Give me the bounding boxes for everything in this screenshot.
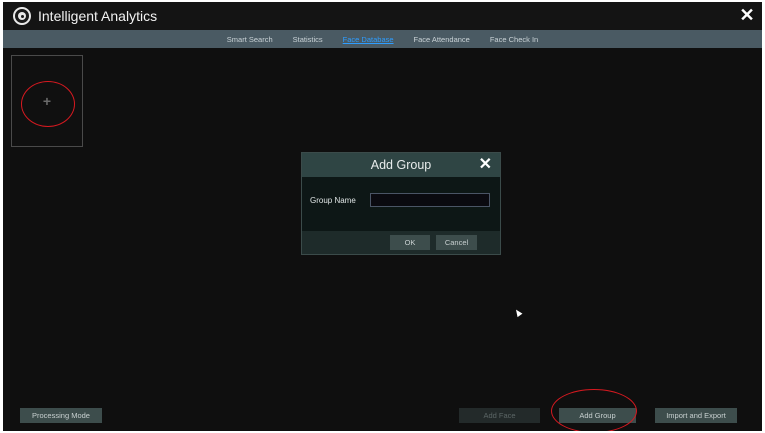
dialog-footer: OK Cancel — [302, 231, 500, 254]
import-export-button[interactable]: Import and Export — [655, 408, 737, 423]
window-close-icon[interactable]: ✕ — [738, 5, 756, 25]
camera-logo-icon — [13, 7, 31, 25]
add-group-tile[interactable]: + — [11, 55, 83, 147]
add-group-dialog: Add Group ✕ Group Name OK Cancel — [301, 152, 501, 255]
group-name-input[interactable] — [370, 193, 490, 207]
add-group-button[interactable]: Add Group — [559, 408, 636, 423]
tab-smart-search[interactable]: Smart Search — [217, 35, 283, 44]
add-face-button[interactable]: Add Face — [459, 408, 540, 423]
dialog-body: Group Name — [302, 177, 500, 231]
mouse-pointer-icon — [513, 307, 523, 318]
tab-statistics[interactable]: Statistics — [283, 35, 333, 44]
dialog-title: Add Group — [370, 158, 432, 172]
tab-face-check-in[interactable]: Face Check In — [480, 35, 548, 44]
tab-face-attendance[interactable]: Face Attendance — [404, 35, 480, 44]
dialog-header: Add Group ✕ — [302, 153, 500, 177]
app-title: Intelligent Analytics — [38, 8, 158, 24]
ok-button[interactable]: OK — [390, 235, 430, 250]
title-bar: Intelligent Analytics ✕ — [3, 2, 762, 30]
group-name-label: Group Name — [310, 196, 356, 205]
app-screen: Intelligent Analytics ✕ Smart Search Sta… — [3, 2, 762, 431]
processing-mode-button[interactable]: Processing Mode — [20, 408, 102, 423]
cancel-button[interactable]: Cancel — [436, 235, 477, 250]
tab-bar: Smart Search Statistics Face Database Fa… — [3, 30, 762, 48]
tab-face-database[interactable]: Face Database — [333, 35, 404, 44]
plus-icon: + — [42, 93, 52, 109]
dialog-close-icon[interactable]: ✕ — [479, 154, 492, 176]
